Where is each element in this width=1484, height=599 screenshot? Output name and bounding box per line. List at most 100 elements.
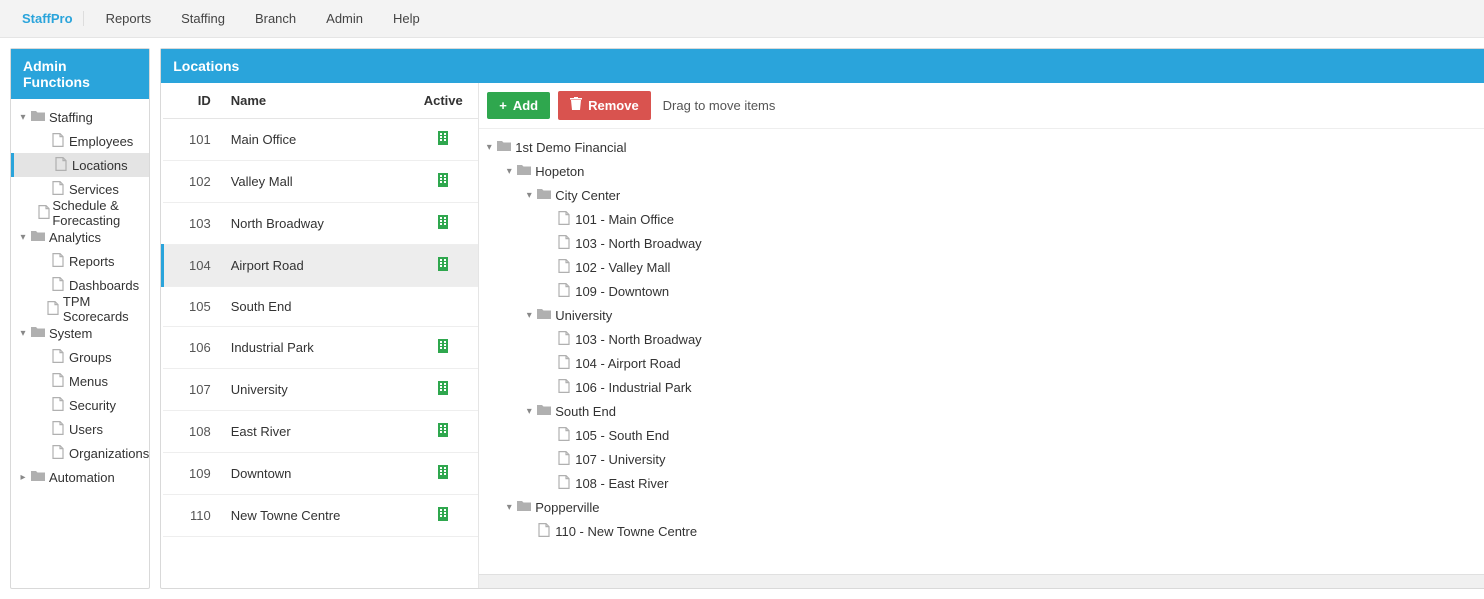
table-row[interactable]: 102Valley Mall	[163, 161, 479, 203]
folder-icon	[535, 404, 553, 419]
table-row[interactable]: 103North Broadway	[163, 203, 479, 245]
active-cell	[408, 203, 478, 245]
active-cell	[408, 411, 478, 453]
menu-admin[interactable]: Admin	[312, 5, 377, 32]
add-label: Add	[513, 98, 538, 113]
tree-item[interactable]: Users	[11, 417, 149, 441]
file-icon	[49, 253, 67, 270]
tree-folder[interactable]: ▾System	[11, 321, 149, 345]
tree-item[interactable]: 110 - New Towne Centre	[479, 519, 1484, 543]
table-row[interactable]: 104Airport Road	[163, 245, 479, 287]
col-name[interactable]: Name	[221, 83, 409, 119]
active-cell	[408, 287, 478, 327]
table-row[interactable]: 106Industrial Park	[163, 327, 479, 369]
col-active[interactable]: Active	[408, 83, 478, 119]
tree-folder[interactable]: ▾City Center	[479, 183, 1484, 207]
folder-icon	[535, 188, 553, 203]
tree-item[interactable]: Locations	[11, 153, 149, 177]
menu-branch[interactable]: Branch	[241, 5, 310, 32]
file-icon	[52, 157, 70, 174]
tree-folder[interactable]: ▾University	[479, 303, 1484, 327]
tree-item[interactable]: Organizations	[11, 441, 149, 465]
folder-icon	[29, 326, 47, 341]
building-icon	[437, 467, 449, 482]
tree-item[interactable]: Menus	[11, 369, 149, 393]
active-cell	[408, 245, 478, 287]
folder-icon	[515, 164, 533, 179]
tree-folder[interactable]: ▸Automation	[11, 465, 149, 489]
tree-item[interactable]: Reports	[11, 249, 149, 273]
folder-icon	[29, 110, 47, 125]
tree-item[interactable]: TPM Scorecards	[11, 297, 149, 321]
table-row[interactable]: 108East River	[163, 411, 479, 453]
active-cell	[408, 453, 478, 495]
file-icon	[555, 283, 573, 300]
tree-hscroll[interactable]	[479, 574, 1484, 588]
file-icon	[555, 331, 573, 348]
file-icon	[555, 259, 573, 276]
file-icon	[555, 427, 573, 444]
folder-icon	[535, 308, 553, 323]
tree-item[interactable]: Groups	[11, 345, 149, 369]
folder-icon	[515, 500, 533, 515]
tree-item[interactable]: 109 - Downtown	[479, 279, 1484, 303]
locations-table: ID Name Active 101Main Office102Valley M…	[161, 83, 478, 537]
table-row[interactable]: 101Main Office	[163, 119, 479, 161]
col-id[interactable]: ID	[163, 83, 221, 119]
building-icon	[437, 509, 449, 524]
file-icon	[555, 451, 573, 468]
tree-item[interactable]: 103 - North Broadway	[479, 231, 1484, 255]
building-icon	[437, 133, 449, 148]
tree-item[interactable]: 107 - University	[479, 447, 1484, 471]
location-tree: ▾1st Demo Financial▾Hopeton▾City Center1…	[479, 129, 1484, 574]
tree-folder[interactable]: ▾Popperville	[479, 495, 1484, 519]
table-row[interactable]: 105South End	[163, 287, 479, 327]
tree-item[interactable]: 101 - Main Office	[479, 207, 1484, 231]
file-icon	[535, 523, 553, 540]
menu-help[interactable]: Help	[379, 5, 434, 32]
tree-toolbar: + Add Remove Drag to move items	[479, 83, 1484, 129]
tree-folder[interactable]: ▾1st Demo Financial	[479, 135, 1484, 159]
brand[interactable]: StaffPro	[12, 11, 84, 26]
file-icon	[555, 235, 573, 252]
table-row[interactable]: 110New Towne Centre	[163, 495, 479, 537]
tree-item[interactable]: 104 - Airport Road	[479, 351, 1484, 375]
tree-item[interactable]: 102 - Valley Mall	[479, 255, 1484, 279]
menubar: StaffPro ReportsStaffingBranchAdminHelp	[0, 0, 1484, 38]
tree-item[interactable]: Schedule & Forecasting	[11, 201, 149, 225]
file-icon	[45, 301, 61, 318]
table-row[interactable]: 107University	[163, 369, 479, 411]
file-icon	[38, 205, 51, 222]
active-cell	[408, 327, 478, 369]
drag-hint: Drag to move items	[663, 98, 776, 113]
menu-reports[interactable]: Reports	[92, 5, 166, 32]
trash-icon	[570, 97, 582, 114]
remove-button[interactable]: Remove	[558, 91, 651, 120]
file-icon	[49, 397, 67, 414]
active-cell	[408, 161, 478, 203]
table-row[interactable]: 109Downtown	[163, 453, 479, 495]
tree-item[interactable]: 106 - Industrial Park	[479, 375, 1484, 399]
building-icon	[437, 175, 449, 190]
tree-item[interactable]: 105 - South End	[479, 423, 1484, 447]
tree-folder[interactable]: ▾South End	[479, 399, 1484, 423]
menu-staffing[interactable]: Staffing	[167, 5, 239, 32]
building-icon	[437, 425, 449, 440]
file-icon	[555, 355, 573, 372]
file-icon	[49, 181, 67, 198]
tree-item[interactable]: Employees	[11, 129, 149, 153]
tree-folder[interactable]: ▾Hopeton	[479, 159, 1484, 183]
file-icon	[49, 373, 67, 390]
tree-item[interactable]: 108 - East River	[479, 471, 1484, 495]
tree-folder[interactable]: ▾Analytics	[11, 225, 149, 249]
add-button[interactable]: + Add	[487, 92, 550, 119]
file-icon	[49, 133, 67, 150]
tree-folder[interactable]: ▾Staffing	[11, 105, 149, 129]
building-icon	[437, 383, 449, 398]
tree-item[interactable]: Security	[11, 393, 149, 417]
building-icon	[437, 341, 449, 356]
active-cell	[408, 495, 478, 537]
main-title: Locations	[161, 49, 1484, 83]
content-area: Admin Functions ▾StaffingEmployeesLocati…	[0, 38, 1484, 599]
tree-item[interactable]: 103 - North Broadway	[479, 327, 1484, 351]
